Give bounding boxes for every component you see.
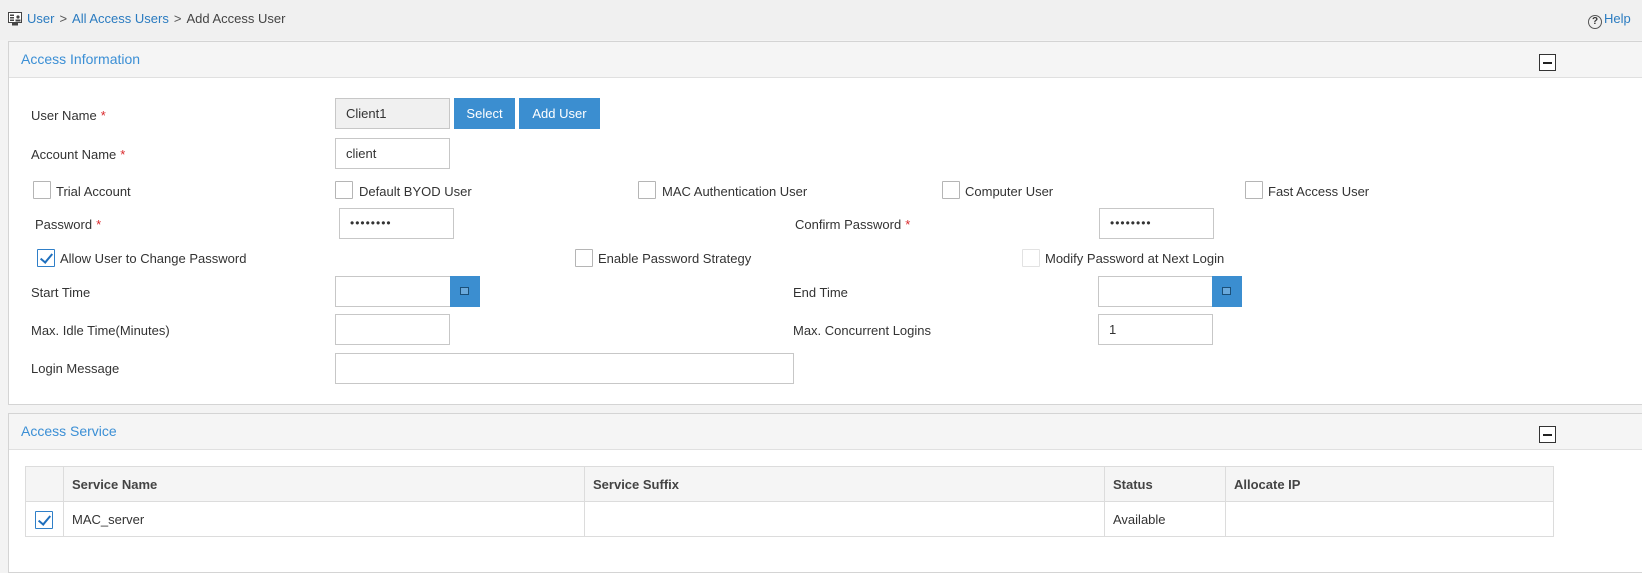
end-time-calendar-button[interactable]	[1212, 276, 1242, 307]
collapse-access-service-button[interactable]	[1539, 426, 1556, 443]
add-user-button[interactable]: Add User	[519, 98, 600, 129]
calendar-icon	[1222, 287, 1231, 295]
access-service-table: Service Name Service Suffix Status Alloc…	[25, 466, 1554, 537]
column-header-allocate-ip[interactable]: Allocate IP	[1225, 466, 1554, 502]
select-column-header	[25, 466, 64, 502]
status-cell: Available	[1104, 501, 1226, 537]
table-header-row: Service Name Service Suffix Status Alloc…	[25, 466, 1554, 502]
allocate-ip-cell[interactable]	[1225, 501, 1554, 537]
trial-account-checkbox[interactable]	[33, 181, 51, 199]
collapse-access-information-button[interactable]	[1539, 54, 1556, 71]
row-select-checkbox[interactable]	[35, 511, 53, 529]
user-name-field[interactable]: Client1	[335, 98, 450, 129]
access-service-title: Access Service	[21, 423, 117, 439]
max-idle-time-input[interactable]	[335, 314, 450, 345]
help-link[interactable]: ? Help	[1588, 11, 1631, 29]
table-row[interactable]: MAC_server Available	[25, 501, 1554, 537]
allow-change-password-checkbox[interactable]	[37, 249, 55, 267]
max-concurrent-logins-input[interactable]: 1	[1098, 314, 1213, 345]
enable-password-strategy-label: Enable Password Strategy	[598, 251, 752, 266]
start-time-calendar-button[interactable]	[450, 276, 480, 307]
max-idle-time-label: Max. Idle Time(Minutes)	[31, 323, 170, 338]
breadcrumb-all-access-users-link[interactable]: All Access Users	[72, 11, 169, 26]
select-user-button[interactable]: Select	[454, 98, 515, 129]
confirm-password-input[interactable]: ••••••••	[1099, 208, 1214, 239]
computer-user-checkbox[interactable]	[942, 181, 960, 199]
end-time-input[interactable]	[1098, 276, 1214, 307]
default-byod-user-label: Default BYOD User	[359, 184, 472, 199]
top-bar: User > All Access Users > Add Access User ? H…	[0, 0, 1642, 40]
row-select-cell	[25, 501, 64, 537]
mac-authentication-user-checkbox[interactable]	[638, 181, 656, 199]
breadcrumb-user-link[interactable]: User	[27, 11, 54, 26]
fast-access-user-checkbox[interactable]	[1245, 181, 1263, 199]
column-header-status[interactable]: Status	[1104, 466, 1226, 502]
allow-change-password-label: Allow User to Change Password	[60, 251, 247, 266]
confirm-password-label: Confirm Password *	[795, 217, 911, 232]
mac-authentication-user-label: MAC Authentication User	[662, 184, 808, 199]
help-label: Help	[1604, 11, 1631, 26]
breadcrumb-current: Add Access User	[186, 11, 286, 26]
help-icon: ?	[1588, 15, 1602, 29]
access-information-header: Access Information	[9, 42, 1642, 78]
column-header-service-suffix[interactable]: Service Suffix	[584, 466, 1105, 502]
max-concurrent-logins-label: Max. Concurrent Logins	[793, 323, 932, 338]
login-message-label: Login Message	[31, 361, 120, 376]
start-time-label: Start Time	[31, 285, 91, 300]
fast-access-user-label: Fast Access User	[1268, 184, 1370, 199]
calendar-icon	[460, 287, 469, 295]
access-service-panel: Access Service Service Name Service Suff…	[8, 413, 1642, 573]
account-name-label: Account Name *	[31, 147, 126, 162]
breadcrumb: User > All Access Users > Add Access User	[27, 11, 286, 26]
login-message-input[interactable]	[335, 353, 794, 384]
service-suffix-cell	[584, 501, 1105, 537]
password-input[interactable]: ••••••••	[339, 208, 454, 239]
enable-password-strategy-checkbox[interactable]	[575, 249, 593, 267]
column-header-service-name[interactable]: Service Name	[63, 466, 585, 502]
trial-account-label: Trial Account	[56, 184, 131, 199]
end-time-label: End Time	[793, 285, 848, 300]
access-information-panel: Access Information User Name * Client1 Se…	[8, 41, 1642, 405]
start-time-input[interactable]	[335, 276, 451, 307]
default-byod-user-checkbox[interactable]	[335, 181, 353, 199]
password-label: Password *	[35, 217, 102, 232]
access-information-title: Access Information	[21, 51, 141, 67]
modify-password-next-login-label: Modify Password at Next Login	[1045, 251, 1225, 266]
user-name-label: User Name *	[31, 108, 106, 123]
service-name-cell: MAC_server	[63, 501, 585, 537]
computer-user-label: Computer User	[965, 184, 1054, 199]
user-list-icon	[8, 12, 22, 26]
modify-password-next-login-checkbox[interactable]	[1022, 249, 1040, 267]
account-name-input[interactable]: client	[335, 138, 450, 169]
access-service-header: Access Service	[9, 414, 1642, 450]
